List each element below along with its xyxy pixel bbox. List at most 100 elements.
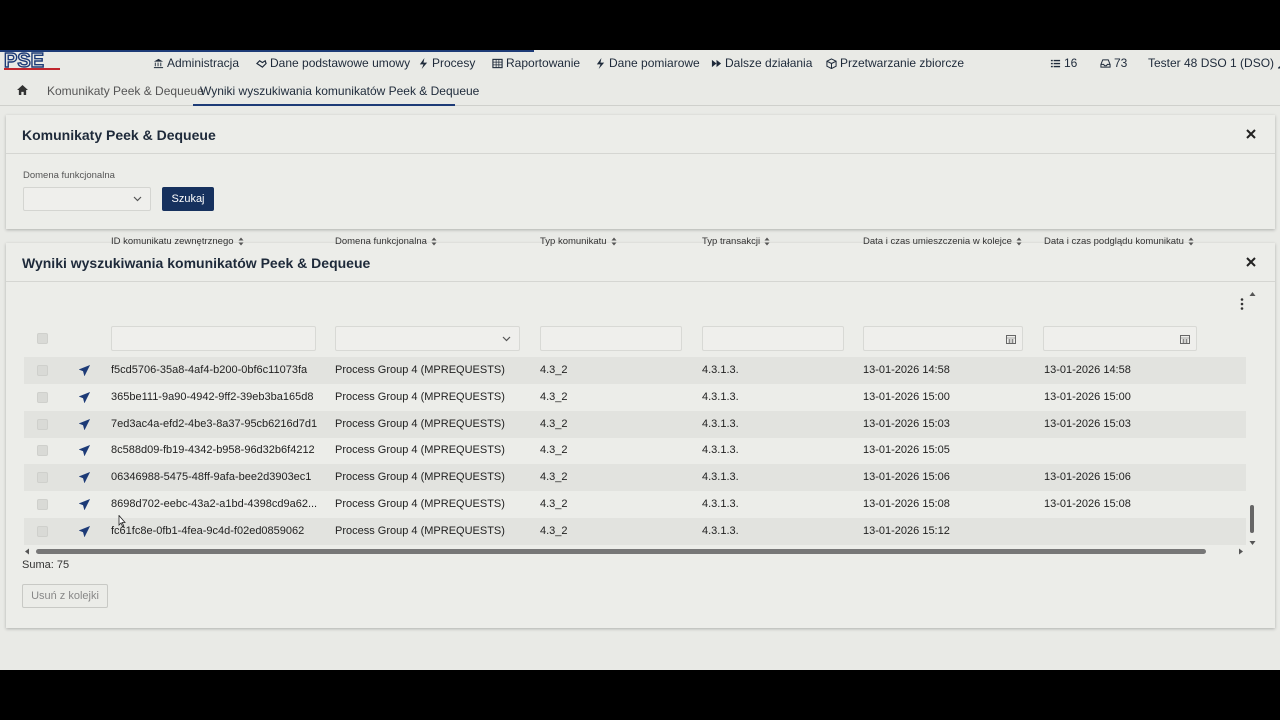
scroll-down-icon[interactable] <box>1249 540 1256 546</box>
nav-procesy[interactable]: Procesy <box>418 56 475 70</box>
send-icon[interactable] <box>79 499 90 510</box>
column-menu-icon[interactable] <box>1240 298 1244 310</box>
table-row[interactable]: fc61fc8e-0fb1-4fea-9c4d-f02ed0859062 Proc… <box>24 517 1246 545</box>
user-menu[interactable]: Tester 48 DSO 1 (DSO) <box>1148 56 1280 70</box>
column-header-label: Domena funkcjonalna <box>335 236 427 247</box>
tasks-count: 16 <box>1064 56 1078 70</box>
chevron-down-icon <box>502 336 511 342</box>
breadcrumb-item[interactable]: Komunikaty Peek & Dequeue <box>47 84 204 98</box>
row-checkbox[interactable] <box>37 472 48 484</box>
horizontal-scrollbar[interactable] <box>24 547 1246 555</box>
table-row[interactable]: 06346988-5475-48ff-9afa-bee2d3903ec1 Proc… <box>24 464 1246 492</box>
nav-przetwarzanie-zbiorcze[interactable]: Przetwarzanie zbiorcze <box>826 56 964 70</box>
remove-from-queue-button[interactable]: Usuń z kolejki <box>22 584 108 608</box>
pse-logo[interactable]: PSE <box>4 51 60 71</box>
cell-msg-type: 4.3_2 <box>540 444 568 457</box>
cell-domain: Process Group 4 (MPREQUESTS) <box>335 364 505 376</box>
sort-icon[interactable] <box>764 237 770 246</box>
send-icon[interactable] <box>79 525 90 537</box>
breadcrumb-item-active[interactable]: Wyniki wyszukiwania komunikatów Peek & D… <box>200 84 479 98</box>
close-icon[interactable] <box>1245 128 1257 140</box>
cell-id: 365be111-9a90-4942-9ff2-39eb3ba165d8 <box>111 390 314 403</box>
column-header[interactable]: Typ komunikatu <box>540 236 617 247</box>
scroll-thumb[interactable] <box>1250 505 1254 533</box>
sort-icon[interactable] <box>238 237 244 246</box>
sort-icon[interactable] <box>431 237 437 246</box>
filter-queued-date[interactable] <box>863 326 1023 351</box>
column-header[interactable]: Data i czas umieszczenia w kolejce <box>863 236 1022 247</box>
cell-tx-type: 4.3.1.3. <box>702 364 739 376</box>
mouse-cursor <box>118 515 126 527</box>
table-row[interactable]: 365be111-9a90-4942-9ff2-39eb3ba165d8 Proc… <box>24 384 1246 411</box>
column-header[interactable]: Typ transakcji <box>702 236 770 247</box>
cell-tx-type: 4.3.1.3. <box>702 471 739 484</box>
row-checkbox[interactable] <box>37 365 48 376</box>
filter-id-input[interactable] <box>111 326 316 351</box>
column-header[interactable]: Data i czas podglądu komunikatu <box>1044 236 1194 247</box>
cell-domain: Process Group 4 (MPREQUESTS) <box>335 471 505 484</box>
row-checkbox[interactable] <box>37 445 48 457</box>
row-checkbox[interactable] <box>37 525 48 537</box>
sort-icon[interactable] <box>611 237 617 246</box>
sort-icon[interactable] <box>1016 237 1022 246</box>
loading-bar <box>0 50 534 52</box>
cell-id: 06346988-5475-48ff-9afa-bee2d3903ec1 <box>111 471 312 484</box>
column-header[interactable]: ID komunikatu zewnętrznego <box>111 236 244 247</box>
scroll-up-icon[interactable] <box>1249 291 1256 297</box>
cell-viewed: 13-01-2026 15:00 <box>1044 390 1131 403</box>
filter-domain-select[interactable] <box>335 326 520 351</box>
home-icon[interactable] <box>17 85 28 95</box>
nav-administracja[interactable]: Administracja <box>153 56 239 70</box>
cell-queued: 13-01-2026 15:05 <box>863 444 950 457</box>
cell-id: 8698d702-eebc-43a2-a1bd-4398cd9a62... <box>111 498 318 510</box>
send-icon[interactable] <box>79 445 90 457</box>
list-icon <box>1050 59 1061 67</box>
vertical-scrollbar[interactable] <box>1247 291 1257 546</box>
send-icon[interactable] <box>79 391 90 403</box>
messages-counter[interactable]: 73 <box>1100 56 1127 70</box>
table-row[interactable]: 7ed3ac4a-efd2-4be3-8a37-95cb6216d7d1 Proc… <box>24 410 1246 438</box>
nav-dane-pomiarowe[interactable]: Dane pomiarowe <box>595 56 700 70</box>
row-checkbox[interactable] <box>37 499 48 510</box>
send-icon[interactable] <box>79 418 90 430</box>
send-icon[interactable] <box>79 472 90 484</box>
row-checkbox[interactable] <box>37 391 48 403</box>
bank-icon <box>153 58 164 68</box>
nav-dalsze-dzialania[interactable]: Dalsze działania <box>711 56 812 70</box>
scroll-thumb[interactable] <box>36 549 1206 554</box>
send-icon[interactable] <box>79 365 90 376</box>
nav-raportowanie[interactable]: Raportowanie <box>492 56 580 70</box>
search-button[interactable]: Szukaj <box>162 187 214 211</box>
domain-label: Domena funkcjonalna <box>23 170 115 181</box>
scroll-left-icon[interactable] <box>24 548 30 555</box>
table-row[interactable]: 8c588d09-fb19-4342-b958-96d32b6f4212 Proc… <box>24 437 1246 464</box>
table-row[interactable]: f5cd5706-35a8-4af4-b200-0bf6c11073fa Proc… <box>24 357 1246 384</box>
nav-label: Dalsze działania <box>725 56 813 70</box>
tasks-counter[interactable]: 16 <box>1050 56 1077 70</box>
calendar-icon[interactable] <box>1006 334 1016 344</box>
nav-label: Przetwarzanie zbiorcze <box>840 56 965 70</box>
filter-msg-type-input[interactable] <box>540 326 682 351</box>
filter-viewed-date[interactable] <box>1043 326 1197 351</box>
row-checkbox[interactable] <box>37 418 48 430</box>
cell-viewed: 13-01-2026 15:06 <box>1044 471 1131 484</box>
cell-tx-type: 4.3.1.3. <box>702 444 739 457</box>
sort-icon[interactable] <box>1188 237 1194 246</box>
nav-dane-podstawowe[interactable]: Dane podstawowe umowy <box>256 56 410 70</box>
cell-domain: Process Group 4 (MPREQUESTS) <box>335 524 505 537</box>
cell-msg-type: 4.3_2 <box>540 498 568 510</box>
messages-count: 73 <box>1114 56 1128 70</box>
forward-icon <box>711 59 722 67</box>
panel-title: Wyniki wyszukiwania komunikatów Peek & D… <box>22 255 371 271</box>
calendar-icon[interactable] <box>1180 334 1190 344</box>
column-header-label: Data i czas umieszczenia w kolejce <box>863 236 1012 247</box>
cube-icon <box>826 57 837 69</box>
filter-tx-type-input[interactable] <box>702 326 844 351</box>
domain-select[interactable] <box>23 187 151 211</box>
select-all-checkbox[interactable] <box>37 333 48 344</box>
cell-domain: Process Group 4 (MPREQUESTS) <box>335 417 505 430</box>
column-header[interactable]: Domena funkcjonalna <box>335 236 437 247</box>
scroll-right-icon[interactable] <box>1238 548 1244 555</box>
table-row[interactable]: 8698d702-eebc-43a2-a1bd-4398cd9a62... Pro… <box>24 491 1246 518</box>
close-icon[interactable] <box>1245 256 1257 268</box>
